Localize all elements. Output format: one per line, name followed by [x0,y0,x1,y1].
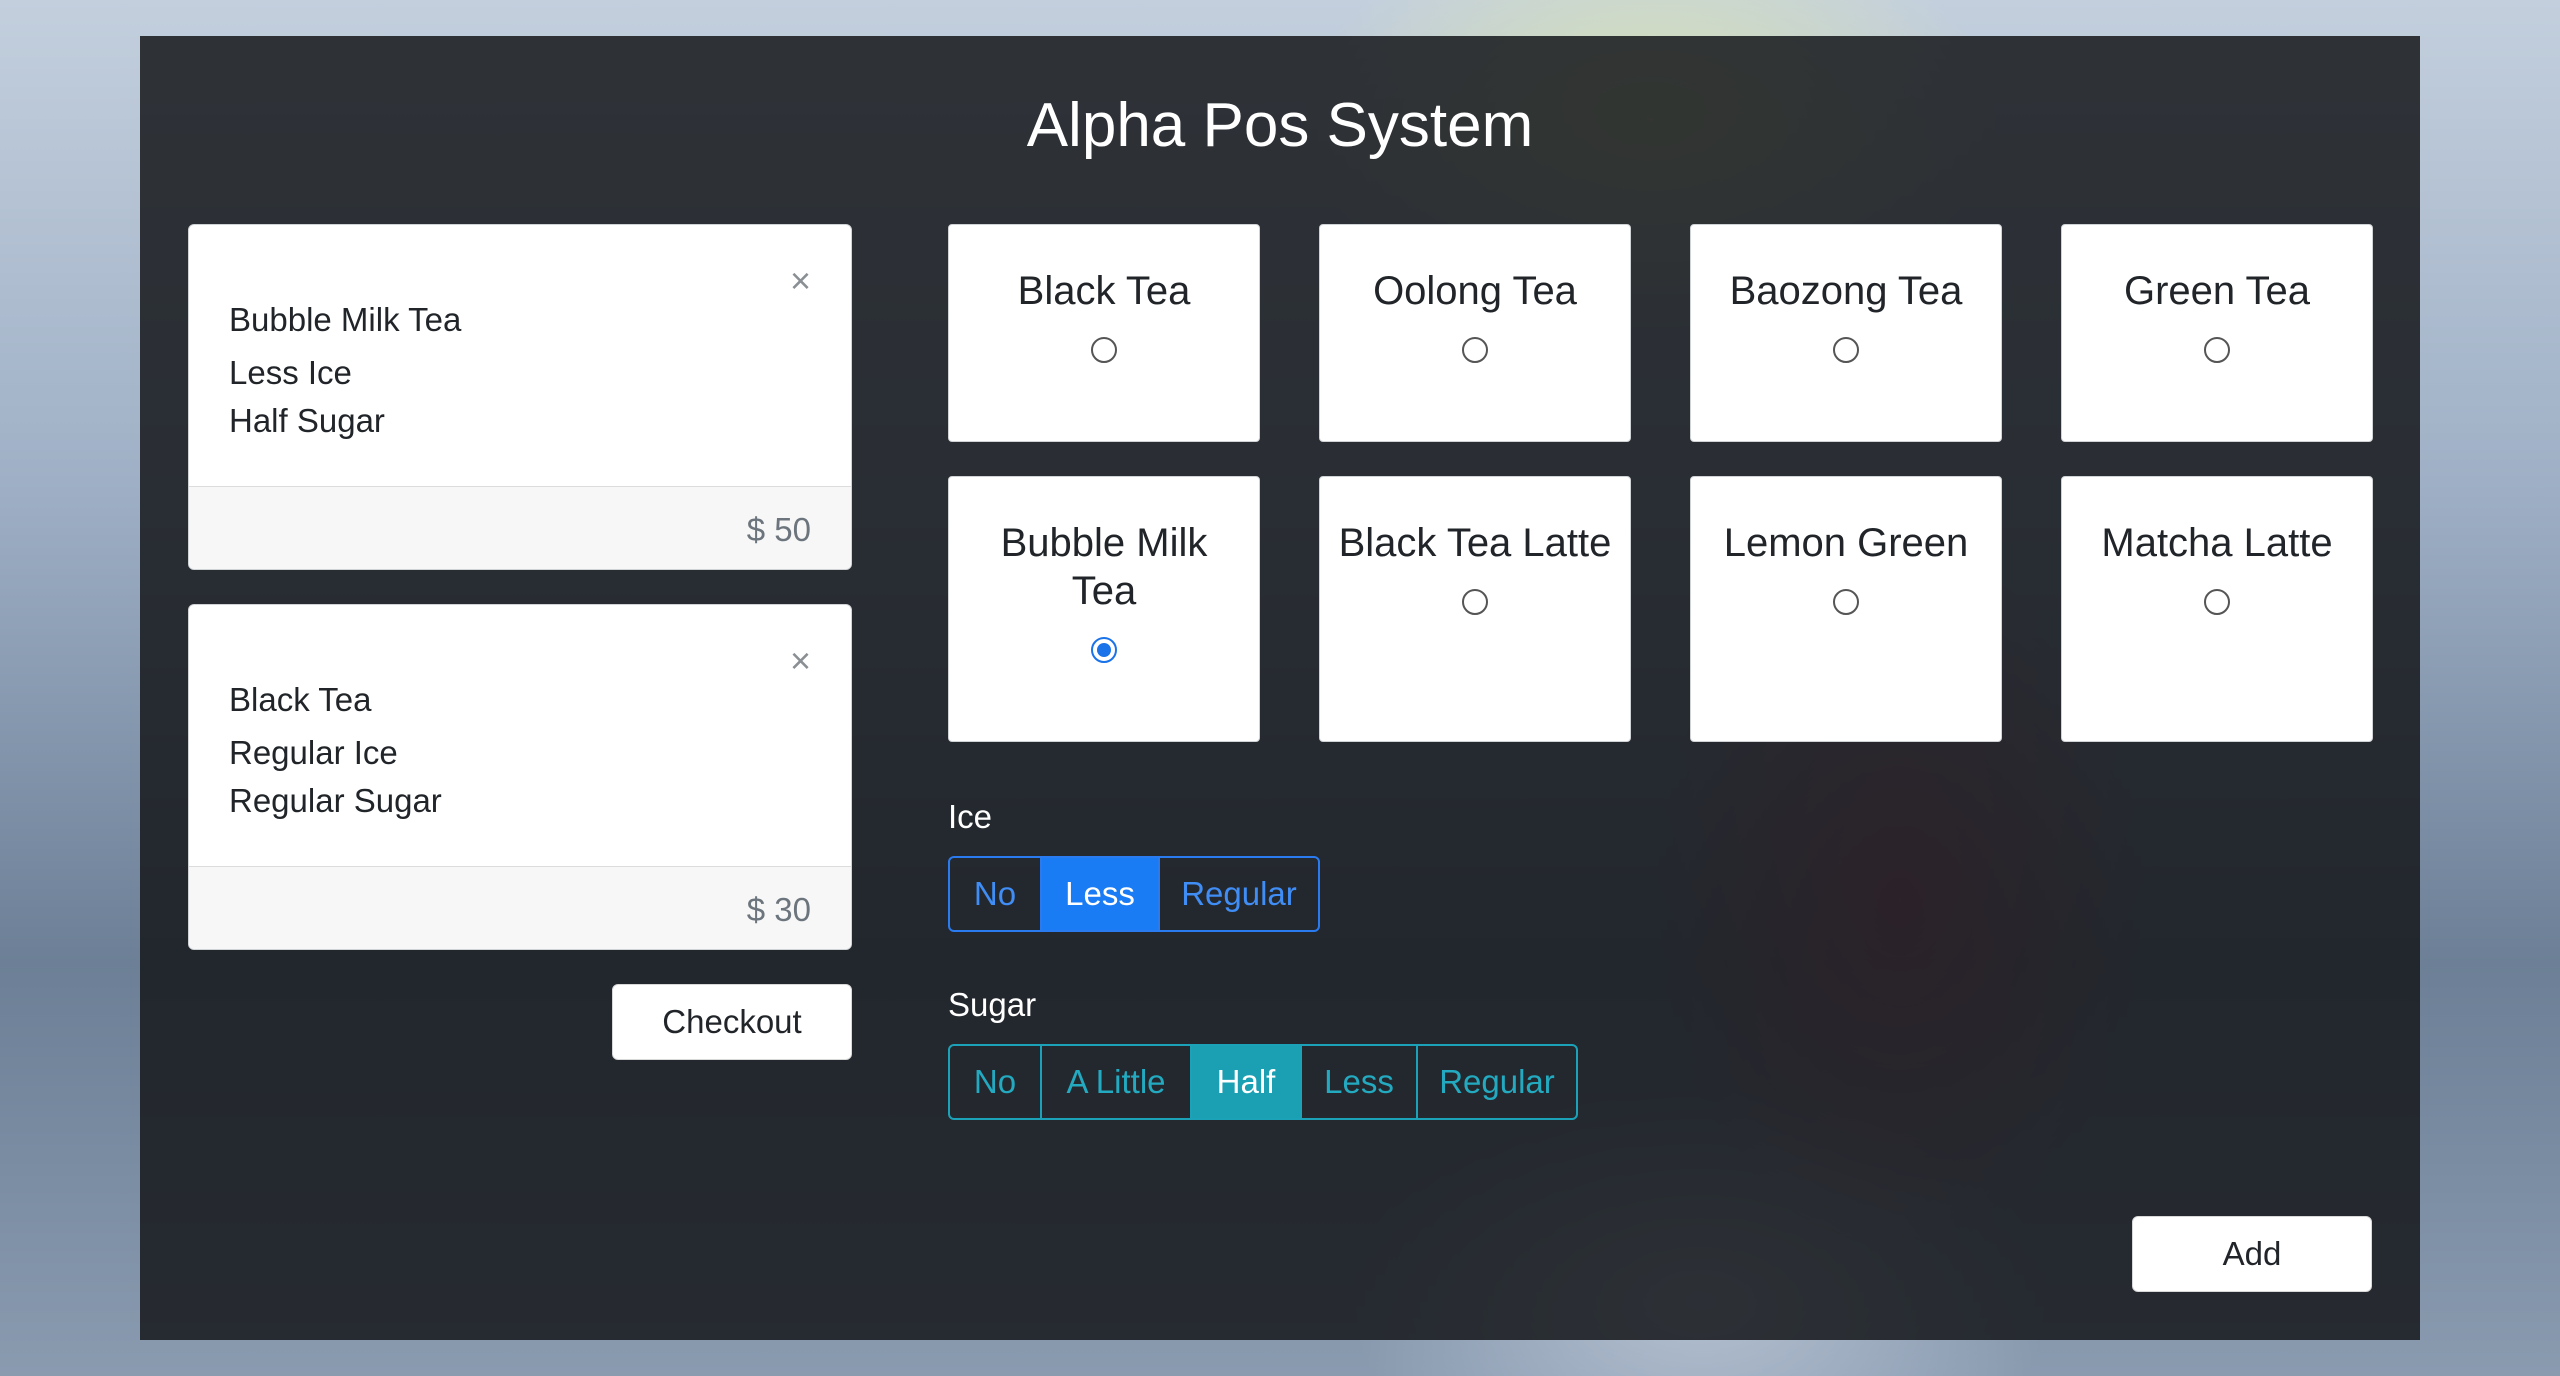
tea-option-name: Green Tea [2123,269,2311,313]
tea-radio[interactable] [1091,337,1117,363]
tea-option-name: Oolong Tea [1373,269,1577,313]
tea-option-name: Bubble Milk Tea [1000,521,1208,613]
order-item-ice: Less Ice [229,354,352,391]
tea-option-name: Matcha Latte [2101,521,2333,565]
order-item-price: $ 50 [189,486,851,569]
pos-panel: Alpha Pos System Bubble Milk Tea Less Ic… [140,36,2420,1340]
tea-option-card[interactable]: Matcha Latte [2061,476,2373,742]
tea-option-card[interactable]: Black Tea Latte [1319,476,1631,742]
ice-option[interactable]: No [950,858,1042,930]
ice-option[interactable]: Regular [1160,858,1318,930]
tea-radio[interactable] [2204,589,2230,615]
order-card: Black Tea Regular Ice Regular Sugar × $ … [188,604,852,950]
order-item-name: Black Tea [229,681,372,718]
order-item-ice: Regular Ice [229,734,398,771]
sugar-option[interactable]: Regular [1418,1046,1576,1118]
order-card-body: Bubble Milk Tea Less Ice Half Sugar [189,225,851,488]
ice-label: Ice [948,798,993,835]
tea-radio[interactable] [1833,589,1859,615]
tea-option-card[interactable]: Baozong Tea [1690,224,2002,442]
tea-option-name: Black Tea [1017,269,1191,313]
sugar-option[interactable]: Half [1192,1046,1302,1118]
ice-options: No Less Regular [948,856,1320,932]
sugar-option[interactable]: A Little [1042,1046,1192,1118]
tea-option-card[interactable]: Oolong Tea [1319,224,1631,442]
tea-radio[interactable] [1833,337,1859,363]
tea-radio[interactable] [1091,637,1117,663]
tea-radio[interactable] [2204,337,2230,363]
order-item-sugar: Regular Sugar [229,782,442,819]
tea-option-card[interactable]: Green Tea [2061,224,2373,442]
page-title: Alpha Pos System [1026,91,1534,160]
tea-option-name: Baozong Tea [1729,269,1963,313]
tea-radio[interactable] [1462,589,1488,615]
ice-option[interactable]: Less [1042,858,1160,930]
sugar-option[interactable]: No [950,1046,1042,1118]
tea-option-card[interactable]: Black Tea [948,224,1260,442]
tea-option-name: Lemon Green [1723,521,1969,565]
tea-option-card[interactable]: Lemon Green [1690,476,2002,742]
tea-radio[interactable] [1462,337,1488,363]
order-item-price: $ 30 [189,866,851,949]
order-item-sugar: Half Sugar [229,402,385,439]
sugar-options: No A Little Half Less Regular [948,1044,1578,1120]
order-item-name: Bubble Milk Tea [229,301,462,338]
order-card-body: Black Tea Regular Ice Regular Sugar [189,605,851,868]
tea-option-card[interactable]: Bubble Milk Tea [948,476,1260,742]
close-icon[interactable]: × [790,263,811,299]
add-button[interactable]: Add [2132,1216,2372,1292]
tea-option-name: Black Tea Latte [1338,521,1612,565]
order-card: Bubble Milk Tea Less Ice Half Sugar × $ … [188,224,852,570]
checkout-button[interactable]: Checkout [612,984,852,1060]
close-icon[interactable]: × [790,643,811,679]
sugar-option[interactable]: Less [1302,1046,1418,1118]
sugar-label: Sugar [948,986,1037,1023]
